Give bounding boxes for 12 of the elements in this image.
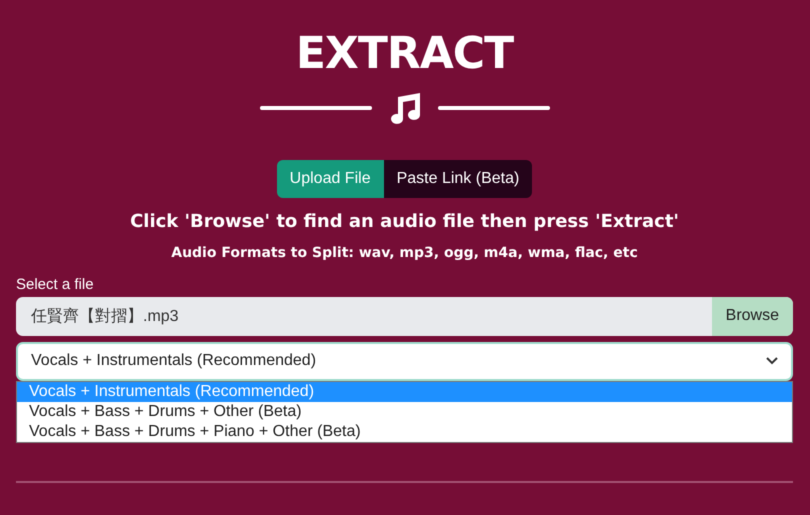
- mode-tab[interactable]: Paste Link (Beta): [384, 160, 532, 198]
- dropdown-option[interactable]: Vocals + Bass + Drums + Other (Beta): [17, 402, 792, 422]
- file-input[interactable]: 任賢齊【對摺】.mp3 Browse: [16, 296, 793, 336]
- browse-button[interactable]: Browse: [712, 296, 793, 336]
- instruction-text: Click 'Browse' to find an audio file then press 'Extract': [129, 210, 680, 234]
- dropdown-option[interactable]: Vocals + Bass + Drums + Piano + Other (Beta): [17, 422, 792, 442]
- field-label: Select a file: [16, 275, 95, 295]
- mode-tab[interactable]: Upload File: [276, 160, 384, 198]
- separation-select[interactable]: Vocals + Instrumentals (Recommended): [16, 342, 793, 380]
- page-title: EXTRACT: [294, 32, 515, 76]
- chevron-down-icon: [766, 357, 778, 365]
- formats-note: Audio Formats to Split: wav, mp3, ogg, m4a, wma, flac, etc: [170, 244, 639, 263]
